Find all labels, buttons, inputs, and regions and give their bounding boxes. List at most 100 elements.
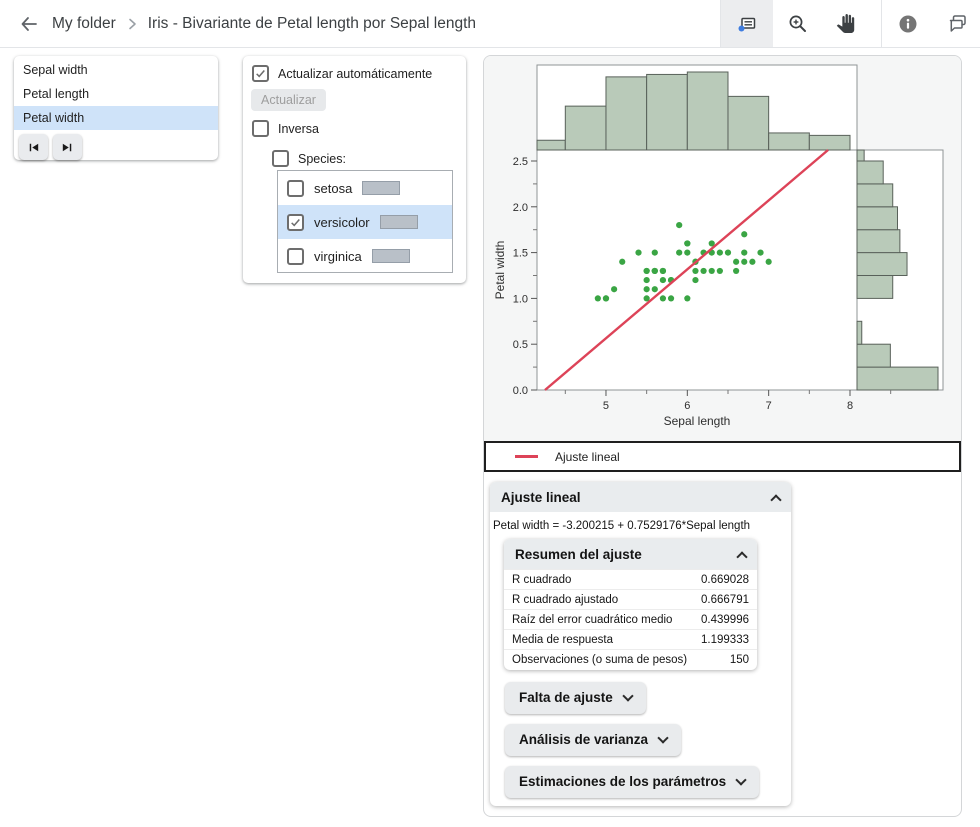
zoom-tool-button[interactable] (773, 0, 821, 47)
fit-summary-table: R cuadrado 0.669028 R cuadrado ajustado … (504, 569, 757, 670)
stat-value: 1.199333 (698, 630, 757, 650)
fit-line-legend-swatch (515, 455, 538, 458)
svg-text:Sepal length: Sepal length (664, 414, 731, 428)
variable-item-petal-length[interactable]: Petal length (14, 82, 218, 106)
topbar: My folder Iris - Bivariante de Petal len… (0, 0, 980, 48)
setosa-color-swatch (362, 181, 400, 195)
setosa-checkbox[interactable] (287, 180, 304, 197)
skip-previous-icon (26, 140, 41, 155)
fit-legend-label[interactable]: Ajuste lineal (555, 450, 620, 464)
first-variable-button[interactable] (19, 134, 48, 160)
stat-label: R cuadrado (504, 570, 698, 590)
bivariate-graph-area[interactable]: 5 6 7 8 0.0 0.5 1.0 1.5 2.0 2.5 Sepal length Petal … (484, 56, 961, 441)
back-arrow-icon (19, 14, 39, 34)
update-button[interactable]: Actualizar (251, 89, 326, 111)
breadcrumb-folder[interactable]: My folder (52, 15, 116, 33)
comments-button[interactable] (934, 0, 980, 47)
stat-value: 0.666791 (698, 590, 757, 610)
species-row-setosa[interactable]: setosa (278, 171, 452, 205)
fit-panel-header[interactable]: Ajuste lineal (490, 482, 791, 512)
fit-summary-title: Resumen del ajuste (515, 547, 642, 562)
fit-legend: Ajuste lineal (484, 441, 961, 472)
skip-next-icon (60, 140, 75, 155)
variables-panel: Sepal width Petal length Petal width (14, 56, 218, 160)
selection-tool-button[interactable] (721, 0, 773, 47)
checkmark-icon (254, 67, 267, 80)
stat-value: 0.439996 (698, 610, 757, 630)
svg-text:0.0: 0.0 (513, 385, 528, 397)
variable-nav (14, 130, 218, 160)
stat-label: Raíz del error cuadrático medio (504, 610, 698, 630)
inverse-checkbox[interactable] (252, 120, 269, 137)
table-row: Raíz del error cuadrático medio 0.439996 (504, 610, 757, 630)
topbar-tools (720, 0, 980, 47)
chevron-down-icon (657, 732, 668, 743)
svg-text:1.0: 1.0 (513, 293, 528, 305)
species-row-virginica[interactable]: virginica (278, 239, 452, 273)
stat-label: Observaciones (o suma de pesos) (504, 650, 698, 670)
fit-summary-panel: Resumen del ajuste R cuadrado 0.669028 R… (504, 539, 757, 670)
species-listbox: setosa versicolor virginica (277, 170, 453, 273)
versicolor-color-swatch (380, 215, 418, 229)
svg-text:2.0: 2.0 (513, 202, 528, 214)
fit-equation: Petal width = -3.200215 + 0.7529176*Sepa… (490, 512, 791, 539)
checkmark-icon (289, 216, 302, 229)
stat-value: 150 (698, 650, 757, 670)
pan-hand-icon (836, 14, 855, 33)
stat-label: R cuadrado ajustado (504, 590, 698, 610)
chevron-right-icon (125, 17, 139, 31)
table-row: Observaciones (o suma de pesos) 150 (504, 650, 757, 670)
chevron-down-icon (622, 690, 633, 701)
setosa-label: setosa (314, 181, 352, 196)
table-row: R cuadrado 0.669028 (504, 570, 757, 590)
svg-text:0.5: 0.5 (513, 339, 528, 351)
table-row: Media de respuesta 1.199333 (504, 630, 757, 650)
bivariate-plot-svg: 5 6 7 8 0.0 0.5 1.0 1.5 2.0 2.5 Sepal length Petal … (484, 56, 961, 441)
section-label: Análisis de varianza (519, 732, 648, 747)
section-label: Estimaciones de los parámetros (519, 774, 726, 789)
section-label: Falta de ajuste (519, 690, 613, 705)
auto-update-label: Actualizar automáticamente (278, 67, 432, 81)
controls-panel: Actualizar automáticamente Actualizar In… (243, 56, 466, 283)
fit-summary-header[interactable]: Resumen del ajuste (504, 539, 757, 569)
versicolor-checkbox[interactable] (287, 214, 304, 231)
selection-tool-icon (736, 13, 758, 35)
auto-update-checkbox[interactable] (252, 65, 269, 82)
inverse-label: Inversa (278, 122, 319, 136)
svg-text:8: 8 (847, 400, 853, 412)
svg-text:Petal width: Petal width (493, 241, 507, 300)
chevron-up-icon[interactable] (770, 494, 781, 505)
app-root: My folder Iris - Bivariante de Petal len… (0, 0, 980, 827)
variable-item-sepal-width[interactable]: Sepal width (14, 58, 218, 82)
stat-value: 0.669028 (698, 570, 757, 590)
svg-text:1.5: 1.5 (513, 248, 528, 260)
bivariate-report-card: 5 6 7 8 0.0 0.5 1.0 1.5 2.0 2.5 Sepal length Petal … (483, 55, 962, 817)
svg-text:6: 6 (684, 400, 690, 412)
svg-text:7: 7 (766, 400, 772, 412)
breadcrumb: My folder Iris - Bivariante de Petal len… (52, 15, 476, 33)
pan-tool-button[interactable] (821, 0, 869, 47)
info-button[interactable] (882, 0, 934, 47)
report-body: Ajuste lineal Petal width = -3.200215 + … (484, 472, 961, 806)
breadcrumb-title: Iris - Bivariante de Petal length por Se… (148, 15, 476, 33)
back-button[interactable] (10, 5, 48, 43)
virginica-checkbox[interactable] (287, 248, 304, 265)
anova-button[interactable]: Análisis de varianza (505, 724, 681, 756)
zoom-in-icon (787, 13, 808, 34)
chevron-up-icon[interactable] (736, 551, 747, 562)
stat-label: Media de respuesta (504, 630, 698, 650)
variable-item-petal-width[interactable]: Petal width (14, 106, 218, 130)
lack-of-fit-button[interactable]: Falta de ajuste (505, 682, 646, 714)
last-variable-button[interactable] (53, 134, 82, 160)
chevron-down-icon (735, 774, 746, 785)
species-filter-label: Species: (298, 152, 346, 166)
fit-panel: Ajuste lineal Petal width = -3.200215 + … (490, 482, 791, 806)
species-row-versicolor[interactable]: versicolor (278, 205, 452, 239)
svg-text:2.5: 2.5 (513, 156, 528, 168)
parameter-estimates-button[interactable]: Estimaciones de los parámetros (505, 766, 759, 798)
virginica-color-swatch (372, 249, 410, 263)
collapsed-sections: Falta de ajuste Análisis de varianza Est… (505, 682, 791, 798)
species-filter-checkbox[interactable] (272, 150, 289, 167)
virginica-label: virginica (314, 249, 362, 264)
svg-text:5: 5 (603, 400, 609, 412)
